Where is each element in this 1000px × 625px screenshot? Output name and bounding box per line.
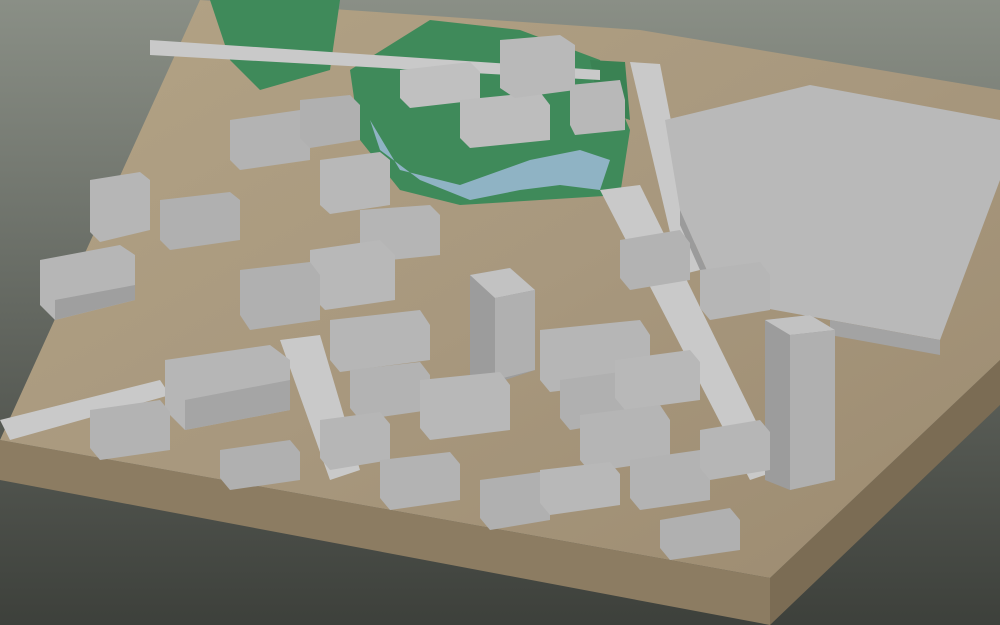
city-model-scene bbox=[0, 0, 1000, 625]
